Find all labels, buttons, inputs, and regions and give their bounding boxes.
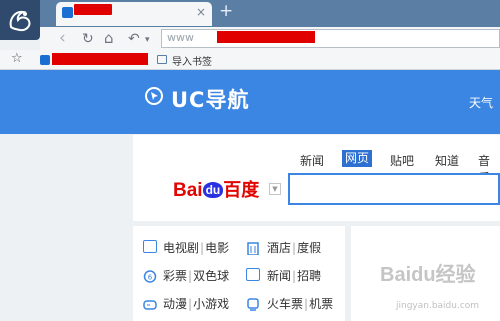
star-icon[interactable]: ☆ xyxy=(11,51,23,66)
baidu-logo[interactable]: Bai du 百度 xyxy=(173,176,259,202)
import-icon[interactable] xyxy=(157,55,167,64)
engine-dropdown-icon[interactable]: ▼ xyxy=(269,183,281,195)
baidu-paw-icon: du xyxy=(202,182,224,198)
weather-label[interactable]: 天气 xyxy=(469,94,493,111)
train-icon xyxy=(246,296,260,311)
link-movie[interactable]: 电影 xyxy=(205,241,229,255)
tab-title-redacted xyxy=(74,4,112,15)
tab-news[interactable]: 新闻 xyxy=(300,152,324,169)
link-ssq[interactable]: 双色球 xyxy=(193,269,229,283)
back-icon[interactable]: ‹ xyxy=(59,30,66,47)
link-vacation[interactable]: 度假 xyxy=(297,241,321,255)
link-hotel[interactable]: 酒店 xyxy=(267,241,291,255)
cursor-logo-icon xyxy=(145,87,163,105)
link-tv[interactable]: 电视剧 xyxy=(163,241,199,255)
baidu-logo-cn: 百度 xyxy=(223,180,260,200)
divider: | xyxy=(200,241,205,255)
divider: | xyxy=(292,269,297,283)
uc-nav-banner xyxy=(0,70,500,134)
refresh-icon[interactable]: ↻ xyxy=(82,32,94,46)
close-tab-icon[interactable]: × xyxy=(196,5,206,19)
url-redacted xyxy=(217,31,315,43)
link-minigame[interactable]: 小游戏 xyxy=(193,297,229,311)
link-flight[interactable]: 机票 xyxy=(309,297,333,311)
svg-text:6: 6 xyxy=(148,274,153,282)
divider: | xyxy=(304,297,309,311)
link-jobs[interactable]: 招聘 xyxy=(297,269,321,283)
browser-tab[interactable]: × xyxy=(56,2,212,26)
bookmark-favicon-icon xyxy=(40,55,50,65)
import-bookmarks-link[interactable]: 导入书签 xyxy=(172,53,212,68)
link-news[interactable]: 新闻 xyxy=(267,269,291,283)
list-item[interactable]: 酒店|度假 xyxy=(267,239,321,256)
baidu-jingyan-watermark: Baidu经验 xyxy=(380,264,476,286)
tab-zhidao[interactable]: 知道 xyxy=(435,152,459,169)
link-lottery[interactable]: 彩票 xyxy=(163,269,187,283)
divider: | xyxy=(188,269,193,283)
new-tab-button[interactable]: + xyxy=(219,1,233,21)
list-item[interactable]: 电视剧|电影 xyxy=(163,239,229,256)
search-input[interactable] xyxy=(288,173,500,205)
watermark-url: jingyan.baidu.com xyxy=(396,301,480,311)
tab-web[interactable]: 网页 xyxy=(342,150,372,167)
uc-browser-logo-icon[interactable] xyxy=(0,0,40,40)
news-icon xyxy=(246,268,260,281)
baidu-logo-bai: Bai xyxy=(173,180,203,201)
tab-favicon-icon xyxy=(62,7,73,18)
link-train[interactable]: 火车票 xyxy=(267,297,303,311)
tab-tieba[interactable]: 贴吧 xyxy=(390,152,414,169)
list-item[interactable]: 动漫|小游戏 xyxy=(163,295,229,312)
list-item[interactable]: 火车票|机票 xyxy=(267,295,333,312)
list-item[interactable]: 新闻|招聘 xyxy=(267,267,321,284)
hotel-icon xyxy=(246,240,260,256)
tv-icon xyxy=(143,240,157,253)
home-icon[interactable]: ⌂ xyxy=(104,31,114,46)
link-anime[interactable]: 动漫 xyxy=(163,297,187,311)
game-icon xyxy=(143,296,157,310)
lottery-icon: 6 xyxy=(143,268,157,283)
bookmark-redacted[interactable] xyxy=(52,53,148,65)
address-bar[interactable]: www xyxy=(161,29,500,48)
undo-close-icon[interactable]: ↶ xyxy=(128,32,140,46)
list-item[interactable]: 彩票|双色球 xyxy=(163,267,229,284)
chevron-down-icon[interactable]: ▾ xyxy=(145,33,150,47)
brand-title: UC导航 xyxy=(171,88,250,112)
url-prefix: www xyxy=(167,31,194,44)
divider: | xyxy=(292,241,297,255)
divider: | xyxy=(188,297,193,311)
